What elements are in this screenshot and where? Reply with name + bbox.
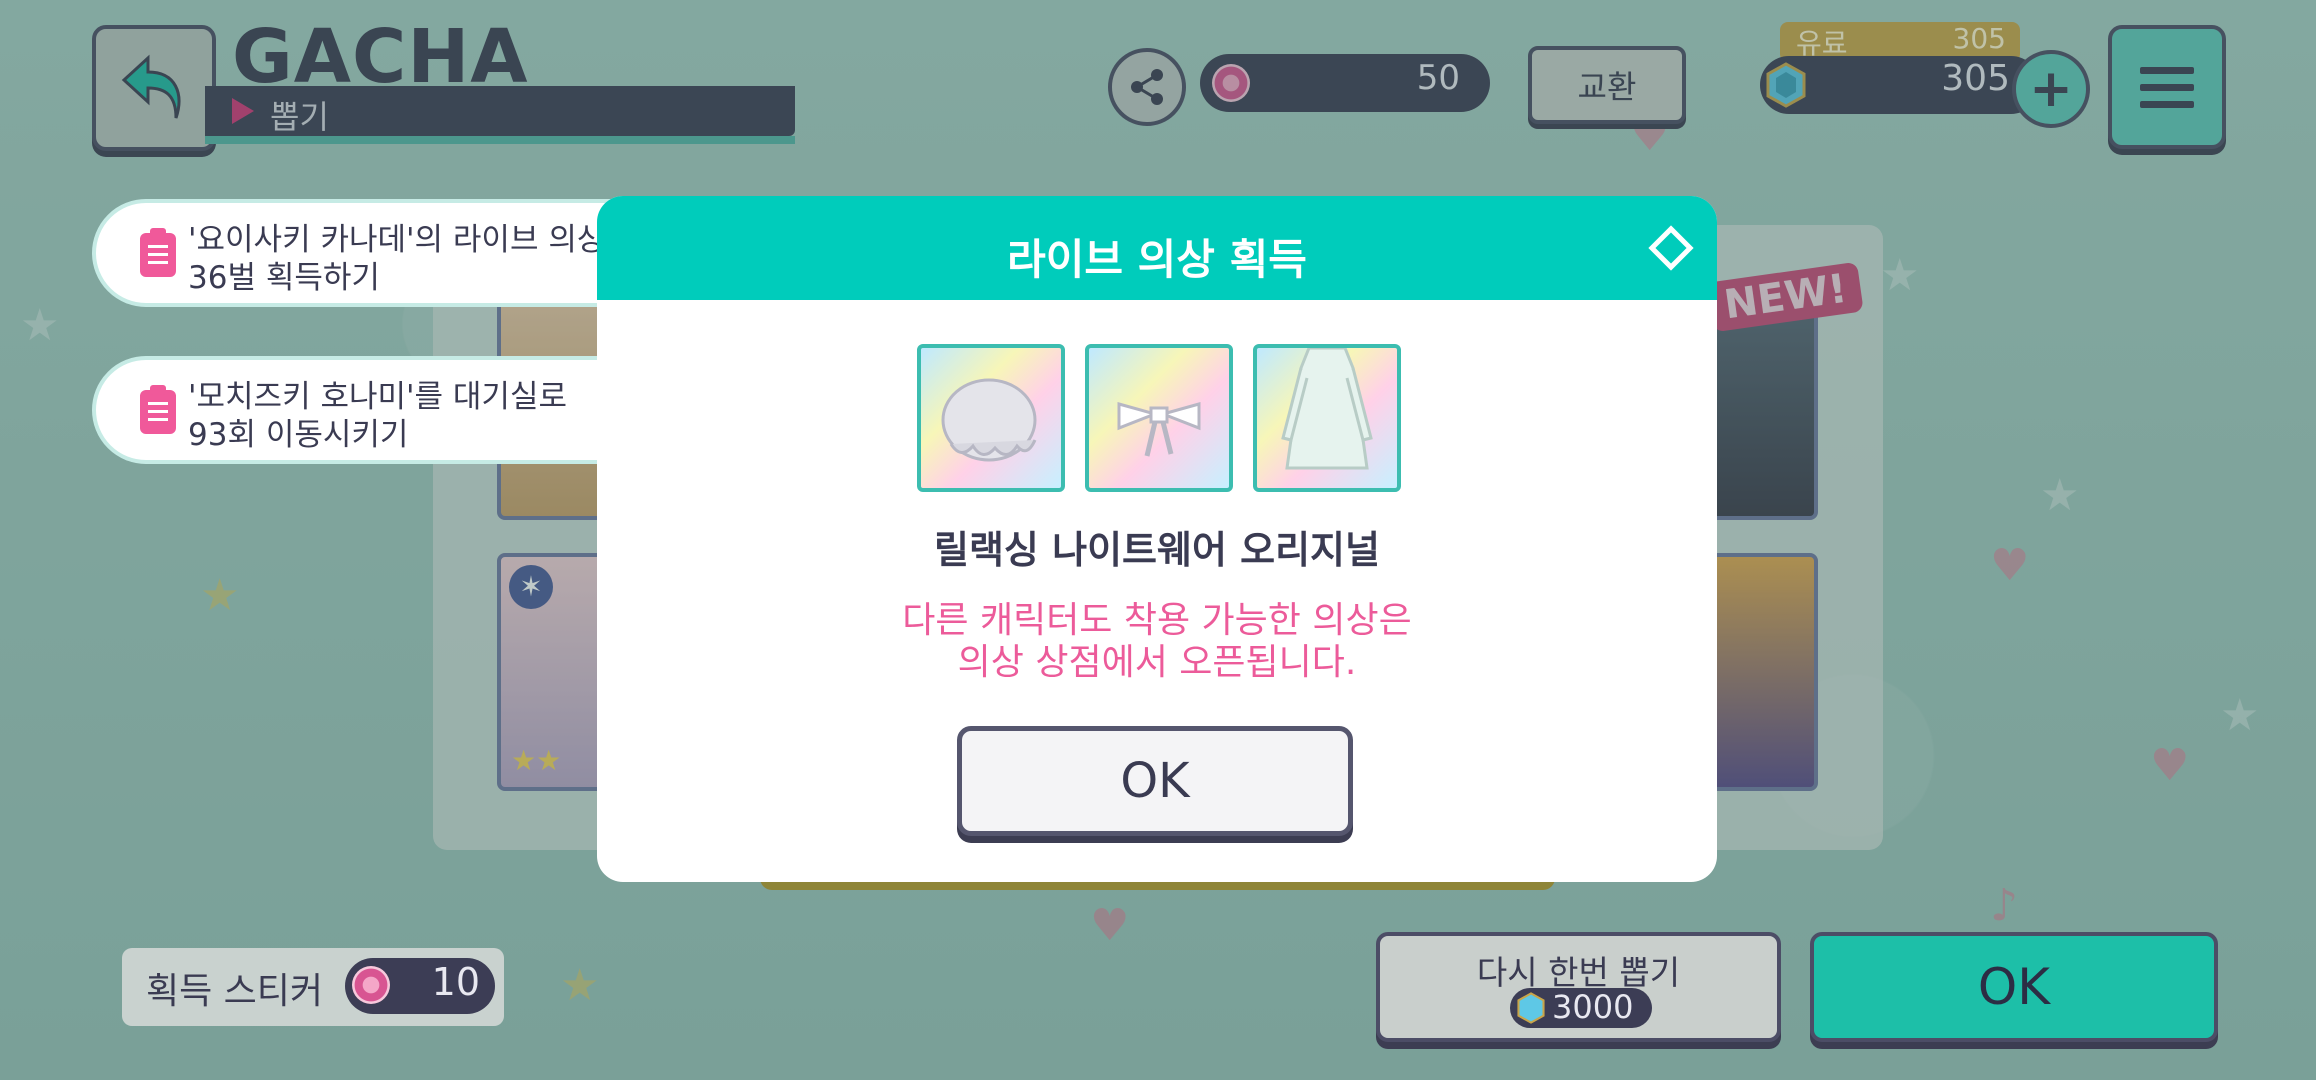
outfit-shop-notice: 다른 캐릭터도 착용 가능한 의상은 의상 상점에서 오픈됩니다.: [902, 600, 1412, 683]
outfit-item-hair[interactable]: [917, 344, 1065, 492]
clipboard-icon: [140, 228, 176, 277]
mission-text: '요이사키 카나데'의 라이브 의상 36벌 획득하기: [188, 222, 606, 296]
sticker-coin-icon: [352, 966, 390, 1004]
hair-accessory-icon: [941, 378, 1037, 462]
dress-icon: [1281, 348, 1373, 470]
gacha-again-button[interactable]: 다시 한번 뽑기 3000: [1376, 932, 1781, 1042]
outfit-name: 릴랙싱 나이트웨어 오리지널: [934, 528, 1380, 572]
clipboard-icon: [140, 385, 176, 434]
gacha-again-cost: 3000: [1552, 988, 1634, 1026]
mission-text: '모치즈키 호나미'를 대기실로 93회 이동시키기: [188, 379, 567, 453]
dialog-ok-button[interactable]: OK: [957, 726, 1353, 836]
live-outfit-dialog: 라이브 의상 획득 릴랙싱 나이트웨어 오리지널 다른 캐릭터도 착용 가능한 …: [597, 196, 1717, 882]
dialog-title: 라이브 의상 획득: [1007, 235, 1307, 284]
outfit-item-dress[interactable]: [1253, 344, 1401, 492]
obtained-sticker-count: 10: [431, 960, 480, 1004]
dialog-header: 라이브 의상 획득: [597, 196, 1717, 300]
confirm-ok-button[interactable]: OK: [1810, 932, 2218, 1042]
outfit-item-ribbon[interactable]: [1085, 344, 1233, 492]
obtained-sticker-label: 획득 스티커: [146, 971, 324, 1012]
gacha-again-label: 다시 한번 뽑기: [1476, 953, 1681, 992]
ribbon-icon: [1117, 402, 1201, 457]
gem-icon: [1517, 992, 1545, 1024]
